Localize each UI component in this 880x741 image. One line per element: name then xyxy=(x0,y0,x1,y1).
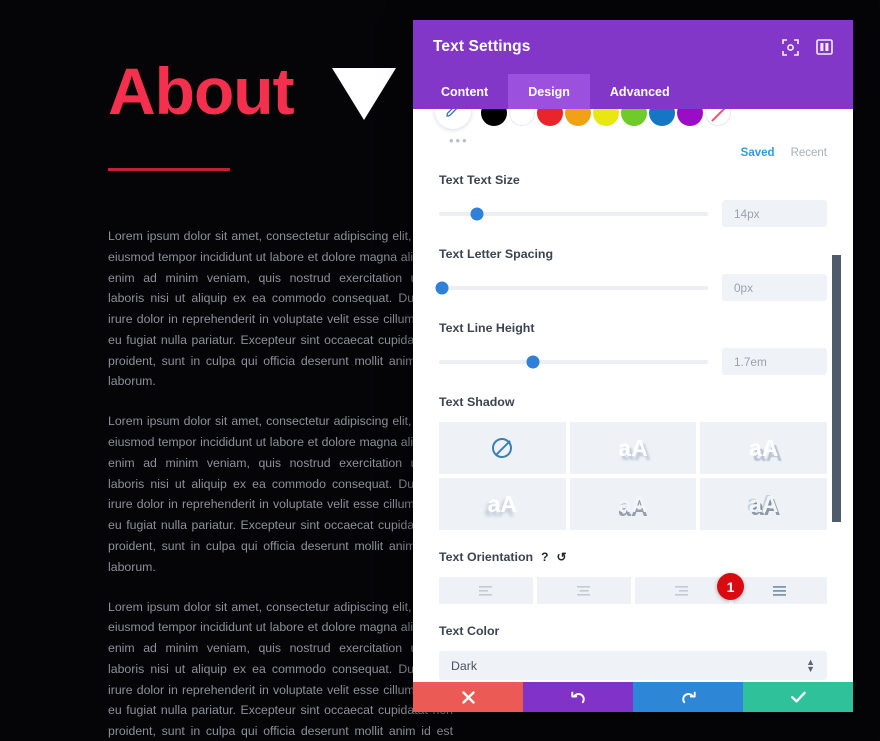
shadow-option-outline[interactable]: aA xyxy=(700,478,827,530)
step-badge-1[interactable]: 1 xyxy=(717,573,744,600)
about-body-copy: Lorem ipsum dolor sit amet, consectetur … xyxy=(108,226,453,741)
shadow-preview-glyph: aA xyxy=(618,490,648,517)
help-icon[interactable]: ? xyxy=(541,550,548,564)
label-line-height: Text Line Height xyxy=(439,321,535,335)
label-text-orientation-text: Text Orientation xyxy=(439,550,534,564)
color-swatch-row xyxy=(435,109,731,129)
slider-track-letter-spacing[interactable] xyxy=(435,281,708,294)
align-justify-button[interactable] xyxy=(733,577,827,604)
text-color-selected-value: Dark xyxy=(451,658,477,673)
field-text-orientation: Text Orientation ? ↺ 1 xyxy=(413,550,853,604)
label-text-size: Text Text Size xyxy=(439,173,520,187)
page-title: About xyxy=(108,54,295,128)
swatch-green[interactable] xyxy=(621,109,647,126)
cancel-button[interactable] xyxy=(413,682,523,712)
slider-thumb-text-size[interactable] xyxy=(470,207,484,220)
modal-footer-actions xyxy=(413,682,853,712)
modal-header: Text Settings xyxy=(413,20,853,74)
value-letter-spacing[interactable]: 0px xyxy=(722,274,827,301)
slider-thumb-letter-spacing[interactable] xyxy=(435,281,449,294)
layout-columns-icon[interactable] xyxy=(815,38,833,56)
field-text-shadow: Text Shadow aA aA aA aA aA xyxy=(413,395,853,530)
label-text-color: Text Color xyxy=(439,624,500,638)
color-swatch-strip: ••• xyxy=(413,109,853,151)
shadow-preview-glyph: aA xyxy=(748,490,779,517)
more-colors-dots[interactable]: ••• xyxy=(449,133,469,148)
slider-track-text-size[interactable] xyxy=(439,207,708,220)
redo-button[interactable] xyxy=(633,682,743,712)
swatch-orange[interactable] xyxy=(565,109,591,126)
swatch-blue[interactable] xyxy=(649,109,675,126)
focus-expand-icon[interactable] xyxy=(781,38,799,56)
modal-header-actions xyxy=(781,38,833,56)
slider-row-text-size: 14px xyxy=(439,200,827,227)
field-text-color: Text Color Dark ▲ ▼ xyxy=(413,624,853,680)
tab-content[interactable]: Content xyxy=(421,74,508,109)
field-letter-spacing: Text Letter Spacing 0px xyxy=(413,247,853,301)
text-color-select[interactable]: Dark ▲ ▼ xyxy=(439,651,827,680)
text-orientation-buttons: 1 xyxy=(439,573,827,604)
no-shadow-icon xyxy=(492,438,513,458)
title-underline-rule xyxy=(108,168,230,171)
swatch-red[interactable] xyxy=(537,109,563,126)
swatch-black[interactable] xyxy=(481,109,507,126)
undo-button[interactable] xyxy=(523,682,633,712)
label-letter-spacing: Text Letter Spacing xyxy=(439,247,554,261)
slider-row-line-height: 1.7em xyxy=(439,348,827,375)
align-center-button[interactable] xyxy=(537,577,631,604)
save-button[interactable] xyxy=(743,682,853,712)
slider-thumb-line-height[interactable] xyxy=(526,355,540,368)
align-left-button[interactable] xyxy=(439,577,533,604)
align-right-button[interactable] xyxy=(635,577,729,604)
shadow-option-bottom[interactable]: aA xyxy=(569,478,697,530)
modal-tabbar: Content Design Advanced xyxy=(413,74,853,109)
label-text-shadow: Text Shadow xyxy=(439,395,515,409)
screen-root: About Lorem ipsum dolor sit amet, consec… xyxy=(0,0,880,741)
field-line-height: Text Line Height 1.7em xyxy=(413,321,853,375)
modal-scrollbar-thumb[interactable] xyxy=(832,255,841,522)
paragraph-3: Lorem ipsum dolor sit amet, consectetur … xyxy=(108,599,453,739)
text-shadow-grid: aA aA aA aA aA xyxy=(439,422,827,530)
redo-icon xyxy=(681,691,696,703)
shadow-preview-glyph: aA xyxy=(748,434,779,461)
slider-track-line-height[interactable] xyxy=(439,355,708,368)
shadow-option-none[interactable] xyxy=(439,422,566,474)
value-line-height[interactable]: 1.7em xyxy=(722,348,827,375)
pen-icon[interactable] xyxy=(435,109,471,129)
close-icon xyxy=(461,690,475,704)
shadow-option-soft-right[interactable]: aA xyxy=(569,422,697,474)
paragraph-2: Lorem ipsum dolor sit amet, consectetur … xyxy=(108,414,453,574)
shadow-option-soft-left[interactable]: aA xyxy=(439,478,566,530)
shadow-option-hard-right[interactable]: aA xyxy=(700,422,827,474)
field-text-size: Text Text Size 14px xyxy=(413,173,853,227)
value-text-size[interactable]: 14px xyxy=(722,200,827,227)
swatch-yellow[interactable] xyxy=(593,109,619,126)
paragraph-1: Lorem ipsum dolor sit amet, consectetur … xyxy=(108,229,453,389)
slider-row-letter-spacing: 0px xyxy=(435,274,827,301)
shadow-preview-glyph: aA xyxy=(618,434,648,461)
select-stepper-icon: ▲ ▼ xyxy=(806,656,815,674)
modal-title: Text Settings xyxy=(433,38,531,55)
reset-icon[interactable]: ↺ xyxy=(556,550,566,564)
label-text-orientation: Text Orientation ? ↺ xyxy=(439,550,827,564)
check-icon xyxy=(790,691,806,703)
swatch-white[interactable] xyxy=(509,109,535,126)
no-color-swatch[interactable] xyxy=(705,109,731,126)
text-settings-modal: Text Settings Content Design Advanced ••… xyxy=(413,20,853,712)
shadow-preview-glyph: aA xyxy=(487,490,518,517)
swatch-purple[interactable] xyxy=(677,109,703,126)
triangle-down-icon xyxy=(331,68,396,120)
undo-icon xyxy=(570,691,585,703)
tab-advanced[interactable]: Advanced xyxy=(590,74,690,109)
tab-design[interactable]: Design xyxy=(508,74,590,109)
about-heading-row: About xyxy=(108,58,396,124)
modal-body: ••• Saved Recent Text Text Size 14px Tex… xyxy=(413,109,853,712)
